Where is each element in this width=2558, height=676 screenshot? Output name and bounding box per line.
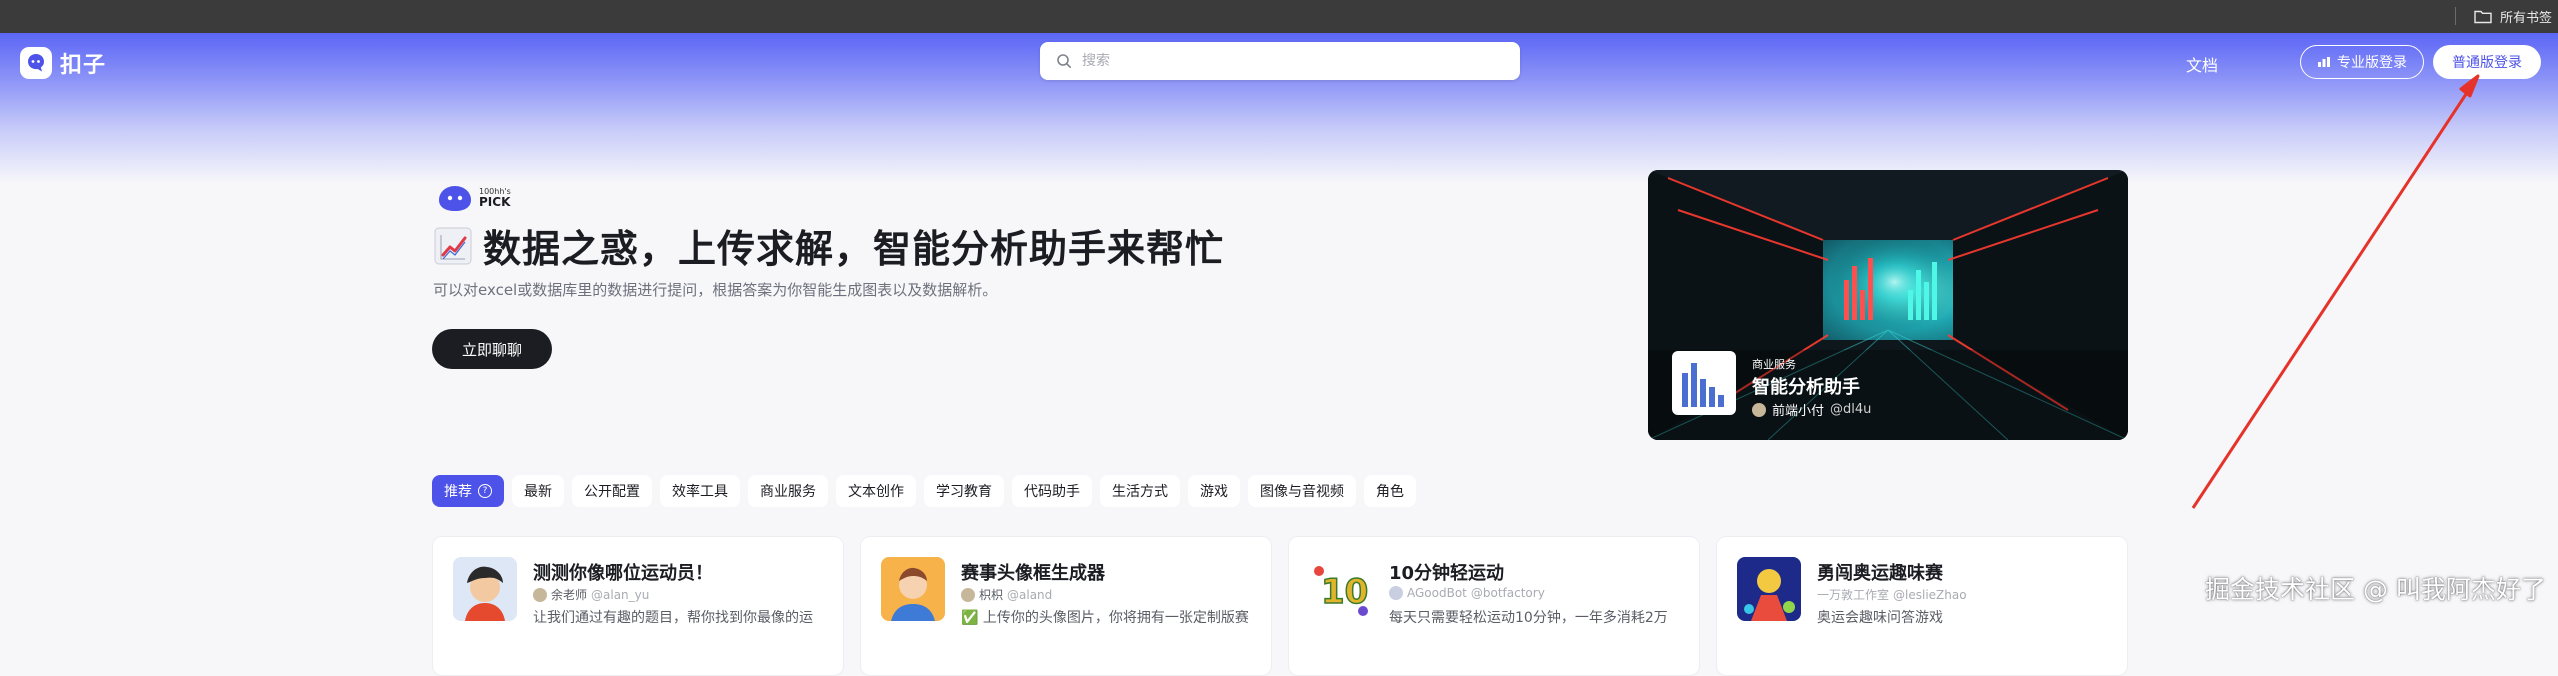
watermark-text: 掘金技术社区 @ 叫我阿杰好了 bbox=[2205, 575, 2546, 604]
bot-title: 勇闯奥运趣味赛 bbox=[1817, 563, 1943, 584]
featured-bot-card[interactable]: 商业服务 智能分析助手 前端小付 @dl4u bbox=[1648, 170, 2128, 440]
bot-description: 奥运会趣味问答游戏 bbox=[1817, 610, 1943, 626]
all-bookmarks-label: 所有书签 bbox=[2500, 11, 2553, 26]
tab-label: 角色 bbox=[1376, 484, 1404, 500]
bot-avatar-athlete bbox=[453, 557, 517, 621]
bot-description: 每天只需要轻松运动10分钟，一年多消耗2万 bbox=[1389, 610, 1668, 626]
pick-badge-text: PICK bbox=[479, 195, 511, 209]
bot-avatar-olympics bbox=[1737, 557, 1801, 621]
bot-avatar-frame bbox=[881, 557, 945, 621]
tab-productivity[interactable]: 效率工具 bbox=[660, 475, 740, 507]
tab-label: 生活方式 bbox=[1112, 484, 1168, 500]
chat-now-button[interactable]: 立即聊聊 bbox=[432, 329, 552, 369]
featured-bot-title: 智能分析助手 bbox=[1752, 377, 1860, 398]
author-name: 枳枳 bbox=[979, 588, 1004, 602]
category-tabs: 推荐 ? 最新 公开配置 效率工具 商业服务 文本创作 学习教育 代码助手 生活… bbox=[432, 475, 1416, 507]
bar-chart-icon bbox=[1682, 363, 1724, 407]
bot-title: 10分钟轻运动 bbox=[1389, 563, 1505, 584]
author-name: 余老师 bbox=[551, 588, 588, 602]
author-name: 一万敦工作室 bbox=[1817, 588, 1890, 602]
checkbox-emoji-icon: ✅ bbox=[961, 610, 979, 626]
tab-label: 学习教育 bbox=[936, 484, 992, 500]
author-handle: @botfactory bbox=[1470, 586, 1545, 600]
tab-code-assistant[interactable]: 代码助手 bbox=[1012, 475, 1092, 507]
author-handle: @aland bbox=[1007, 587, 1053, 602]
author-avatar bbox=[1389, 586, 1403, 600]
author-name: AGoodBot bbox=[1407, 586, 1467, 600]
browser-bookmark-bar: 所有书签 bbox=[0, 0, 2558, 33]
author-handle: @dl4u bbox=[1830, 402, 1872, 417]
bot-avatar-exercise: 10 bbox=[1309, 557, 1373, 621]
tab-writing[interactable]: 文本创作 bbox=[836, 475, 916, 507]
bot-title: 赛事头像框生成器 bbox=[961, 563, 1105, 584]
bot-author: 余老师 @alan_yu bbox=[533, 586, 649, 603]
hero-headline: 数据之惑，上传求解，智能分析助手来帮忙 bbox=[483, 227, 1225, 271]
folder-icon bbox=[2474, 10, 2492, 24]
docs-link[interactable]: 文档 bbox=[2186, 52, 2218, 76]
chart-increasing-icon bbox=[434, 227, 472, 264]
pro-login-label: 专业版登录 bbox=[2337, 55, 2407, 71]
tab-label: 文本创作 bbox=[848, 484, 904, 500]
hero-title: 数据之惑，上传求解，智能分析助手来帮忙 bbox=[433, 218, 1224, 273]
tab-label: 公开配置 bbox=[584, 484, 640, 500]
tab-business[interactable]: 商业服务 bbox=[748, 475, 828, 507]
search-box[interactable] bbox=[1040, 42, 1520, 80]
tab-recommended[interactable]: 推荐 ? bbox=[432, 475, 504, 507]
author-handle: @alan_yu bbox=[591, 587, 650, 602]
pick-mascot-icon bbox=[439, 186, 471, 211]
logo[interactable]: 扣子 bbox=[20, 47, 106, 79]
all-bookmarks-button[interactable]: 所有书签 bbox=[2474, 0, 2552, 33]
svg-text:10: 10 bbox=[1321, 572, 1368, 612]
coze-logo-icon bbox=[20, 47, 52, 79]
tab-label: 效率工具 bbox=[672, 484, 728, 500]
coze-app: 扣子 文档 专业版登录 普通版登录 100hh's PICK bbox=[0, 33, 2558, 676]
tab-image-video[interactable]: 图像与音视频 bbox=[1248, 475, 1356, 507]
tab-public-config[interactable]: 公开配置 bbox=[572, 475, 652, 507]
tab-label: 商业服务 bbox=[760, 484, 816, 500]
bot-author: AGoodBot @botfactory bbox=[1389, 586, 1545, 600]
logo-text: 扣子 bbox=[60, 53, 107, 78]
featured-bot-avatar bbox=[1672, 351, 1736, 415]
bot-description: 让我们通过有趣的题目，帮你找到你最像的运 bbox=[533, 610, 813, 626]
pro-login-button[interactable]: 专业版登录 bbox=[2300, 45, 2424, 79]
bot-description-text: 上传你的头像图片，你将拥有一张定制版赛 bbox=[982, 610, 1249, 626]
top-navigation: 扣子 文档 专业版登录 普通版登录 bbox=[0, 33, 2558, 93]
bot-card[interactable]: 测测你像哪位运动员！ 余老师 @alan_yu 让我们通过有趣的题目，帮你找到你… bbox=[432, 536, 844, 676]
bookmark-separator bbox=[2455, 7, 2456, 25]
tab-education[interactable]: 学习教育 bbox=[924, 475, 1004, 507]
bot-author: 一万敦工作室 @leslieZhao bbox=[1817, 586, 1967, 603]
tab-label: 推荐 bbox=[444, 484, 472, 500]
featured-bot-category: 商业服务 bbox=[1752, 358, 1796, 371]
tab-lifestyle[interactable]: 生活方式 bbox=[1100, 475, 1180, 507]
normal-login-label: 普通版登录 bbox=[2452, 55, 2522, 71]
bot-title: 测测你像哪位运动员！ bbox=[533, 563, 713, 584]
author-name: 前端小付 bbox=[1772, 404, 1825, 419]
author-avatar bbox=[961, 587, 975, 602]
bot-card[interactable]: 赛事头像框生成器 枳枳 @aland ✅ 上传你的头像图片，你将拥有一张定制版赛 bbox=[860, 536, 1272, 676]
tab-roles[interactable]: 角色 bbox=[1364, 475, 1416, 507]
normal-login-button[interactable]: 普通版登录 bbox=[2433, 45, 2541, 79]
tab-label: 图像与音视频 bbox=[1260, 484, 1344, 500]
question-circle-icon[interactable]: ? bbox=[478, 484, 492, 498]
bot-description: ✅ 上传你的头像图片，你将拥有一张定制版赛 bbox=[961, 607, 1261, 627]
author-avatar bbox=[533, 587, 547, 602]
tab-latest[interactable]: 最新 bbox=[512, 475, 564, 507]
tab-games[interactable]: 游戏 bbox=[1188, 475, 1240, 507]
featured-bot-author: 前端小付 @dl4u bbox=[1752, 400, 1871, 419]
tab-label: 代码助手 bbox=[1024, 484, 1080, 500]
bar-chart-icon bbox=[2318, 57, 2330, 67]
pick-badge: 100hh's PICK bbox=[435, 183, 511, 213]
search-input[interactable] bbox=[1080, 52, 1484, 70]
bot-card[interactable]: 10 10分钟轻运动 AGoodBot @botfactory 每天只需要轻松运… bbox=[1288, 536, 1700, 676]
tab-label: 游戏 bbox=[1200, 484, 1228, 500]
author-handle: @leslieZhao bbox=[1893, 587, 1967, 602]
bot-card-grid: 测测你像哪位运动员！ 余老师 @alan_yu 让我们通过有趣的题目，帮你找到你… bbox=[432, 536, 2128, 676]
author-avatar bbox=[1752, 402, 1766, 417]
hero-description: 可以对excel或数据库里的数据进行提问，根据答案为你智能生成图表以及数据解析。 bbox=[433, 281, 998, 299]
bot-author: 枳枳 @aland bbox=[961, 586, 1052, 603]
search-icon bbox=[1057, 54, 1071, 68]
tab-label: 最新 bbox=[524, 484, 552, 500]
bot-card[interactable]: 勇闯奥运趣味赛 一万敦工作室 @leslieZhao 奥运会趣味问答游戏 bbox=[1716, 536, 2128, 676]
